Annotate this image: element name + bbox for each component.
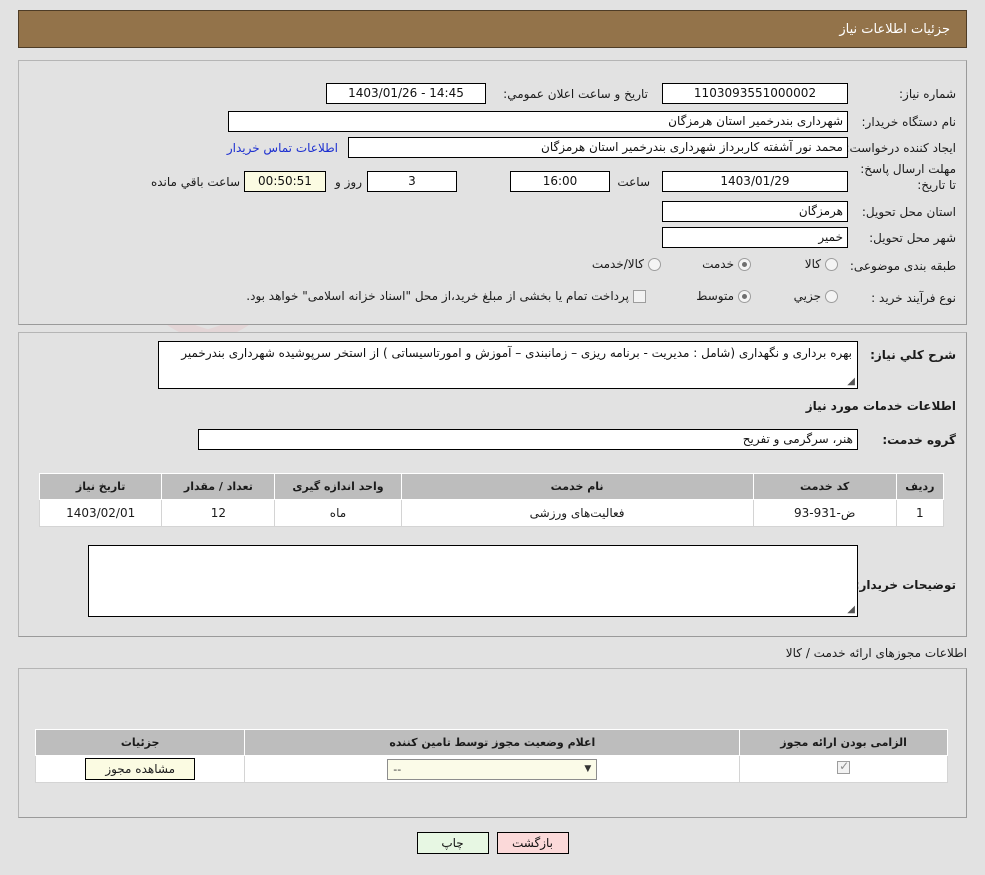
back-button[interactable]: بازگشت [497,832,569,854]
license-status-select[interactable]: ▼ -- [387,759,597,780]
required-checkbox-icon [837,761,850,774]
category-option-label: کالا [805,257,821,271]
window-title-bar: جزئیات اطلاعات نیاز [18,10,967,48]
page-title: جزئیات اطلاعات نیاز [839,22,950,37]
buyer-org-field: شهرداری بندرخمیر استان هرمزگان [228,111,848,132]
radio-icon[interactable] [825,290,838,303]
process-option-label: متوسط [696,289,734,303]
th-details: جزئیات [36,730,245,756]
cell-details: مشاهده مجوز [36,756,245,783]
summary-textarea[interactable]: بهره برداری و نگهداری (شامل : مدیریت - ب… [158,341,858,389]
radio-icon[interactable] [648,258,661,271]
days-and-label: روز و [335,175,362,189]
cell-unit: ماه [275,500,401,527]
remaining-time-field: 00:50:51 [244,171,326,192]
chevron-down-icon: ▼ [584,764,591,774]
buyer-contact-link[interactable]: اطلاعات تماس خریدار [227,141,338,155]
buyer-org-label: نام دستگاه خریدار: [862,115,957,129]
category-radio-kala[interactable]: کالا [805,257,838,271]
table-row: 1 ض-931-93 فعالیت‌های ورزشی ماه 12 1403/… [40,500,944,527]
licenses-section-title: اطلاعات مجوزهای ارائه خدمت / کالا [786,646,967,660]
announce-datetime-label: تاریخ و ساعت اعلان عمومي: [503,87,648,101]
th-status: اعلام وضعیت مجوز توسط تامین کننده [245,730,740,756]
need-detail-panel: شرح کلي نیاز: بهره برداری و نگهداری (شام… [18,332,967,637]
th-date: تاریخ نیاز [40,474,162,500]
license-status-value: -- [393,763,401,776]
request-creator-field: محمد نور آشفته کاربرداز شهرداری بندرخمیر… [348,137,848,158]
table-header-row: الزامی بودن ارائه مجوز اعلام وضعیت مجوز … [36,730,948,756]
view-license-button[interactable]: مشاهده مجوز [85,758,195,780]
process-radio-jozi[interactable]: جزیي [794,289,838,303]
process-radio-motevaset[interactable]: متوسط [696,289,751,303]
category-radio-kala-khedmat[interactable]: کالا/خدمت [592,257,661,271]
buyer-notes-textarea[interactable]: ◢ [88,545,858,617]
radio-icon[interactable] [738,258,751,271]
cell-quantity: 12 [162,500,275,527]
buyer-notes-label: توضیحات خریدار: [855,578,956,592]
delivery-city-field: خمیر [662,227,848,248]
resize-grip-icon[interactable]: ◢ [845,605,855,615]
deadline-date-field: 1403/01/29 [662,171,848,192]
category-label: طبقه بندی موضوعی: [850,259,956,273]
need-info-panel: شماره نیاز: 1103093551000002 تاریخ و ساع… [18,60,967,325]
process-type-label: نوع فرآیند خرید : [871,291,956,305]
treasury-bond-checkbox-group[interactable]: پرداخت تمام یا بخشی از مبلغ خرید،از محل … [246,289,646,303]
cell-required [740,756,948,783]
need-number-field: 1103093551000002 [662,83,848,104]
remaining-suffix-label: ساعت باقي مانده [151,175,240,189]
resize-grip-icon[interactable]: ◢ [845,377,855,387]
cell-status: ▼ -- [245,756,740,783]
summary-text: بهره برداری و نگهداری (شامل : مدیریت - ب… [181,346,852,360]
need-number-label: شماره نیاز: [899,87,956,101]
radio-icon[interactable] [738,290,751,303]
treasury-bond-note: پرداخت تمام یا بخشی از مبلغ خرید،از محل … [246,289,629,303]
delivery-province-label: استان محل تحویل: [862,205,956,219]
summary-label: شرح کلي نیاز: [870,348,956,362]
licenses-panel: الزامی بودن ارائه مجوز اعلام وضعیت مجوز … [18,668,967,818]
cell-name: فعالیت‌های ورزشی [401,500,753,527]
th-name: نام خدمت [401,474,753,500]
services-table: ردیف کد خدمت نام خدمت واحد اندازه گیری ت… [39,473,944,527]
category-option-label: کالا/خدمت [592,257,644,271]
checkbox-icon[interactable] [633,290,646,303]
footer-button-bar: بازگشت چاپ [0,832,985,854]
th-row: ردیف [896,474,943,500]
cell-date: 1403/02/01 [40,500,162,527]
delivery-city-label: شهر محل تحویل: [869,231,956,245]
deadline-label: مهلت ارسال پاسخ: تا تاریخ: [856,161,956,193]
page-root: AriaTender.net جزئیات اطلاعات نیاز شماره… [0,0,985,875]
cell-row: 1 [896,500,943,527]
deadline-hour-label: ساعت [617,175,650,189]
service-group-field: هنر، سرگرمی و تفریح [198,429,858,450]
radio-icon[interactable] [825,258,838,271]
announce-datetime-field: 14:45 - 1403/01/26 [326,83,486,104]
cell-code: ض-931-93 [753,500,896,527]
licenses-table: الزامی بودن ارائه مجوز اعلام وضعیت مجوز … [35,729,948,783]
th-quantity: تعداد / مقدار [162,474,275,500]
category-option-label: خدمت [702,257,734,271]
th-code: کد خدمت [753,474,896,500]
print-button[interactable]: چاپ [417,832,489,854]
request-creator-label: ایجاد کننده درخواست: [845,141,956,155]
th-required: الزامی بودن ارائه مجوز [740,730,948,756]
table-row: ▼ -- مشاهده مجوز [36,756,948,783]
process-option-label: جزیي [794,289,821,303]
remaining-days-field: 3 [367,171,457,192]
table-header-row: ردیف کد خدمت نام خدمت واحد اندازه گیری ت… [40,474,944,500]
deadline-hour-field: 16:00 [510,171,610,192]
delivery-province-field: هرمزگان [662,201,848,222]
category-radio-khedmat[interactable]: خدمت [702,257,751,271]
th-unit: واحد اندازه گیری [275,474,401,500]
services-section-title: اطلاعات خدمات مورد نیاز [806,399,956,413]
service-group-label: گروه خدمت: [882,433,956,447]
